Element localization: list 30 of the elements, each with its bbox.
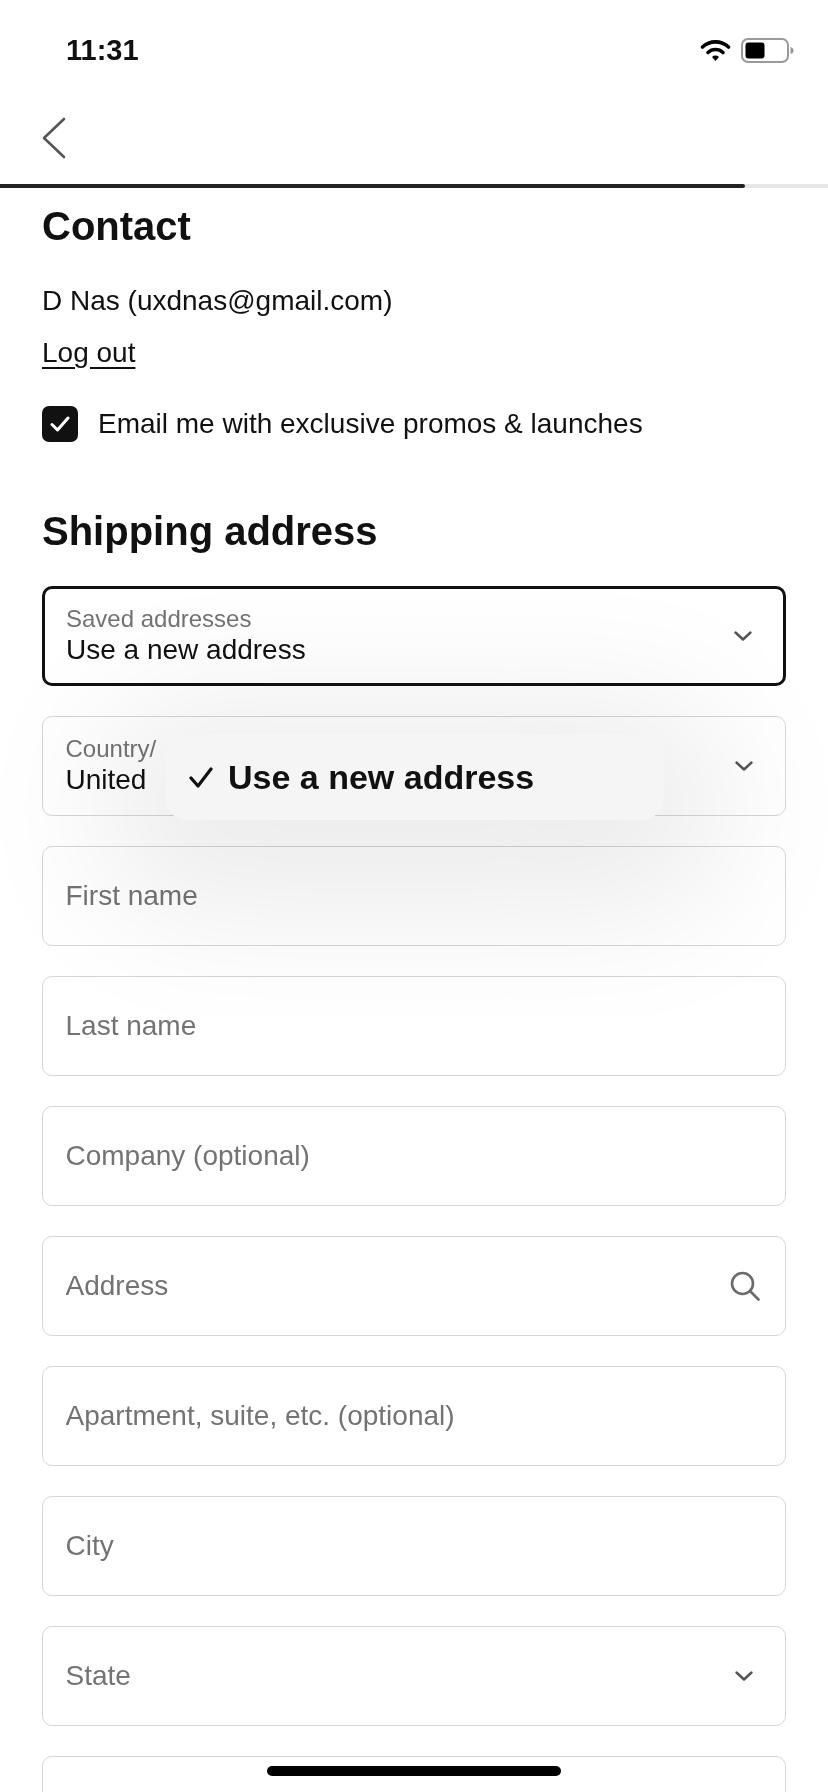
back-button[interactable] <box>42 117 66 159</box>
input-field[interactable]: City <box>42 1496 786 1596</box>
field-label: Saved addresses <box>66 605 252 633</box>
section-heading: Contact <box>42 203 192 249</box>
input-field[interactable]: First name <box>42 846 786 946</box>
chevron-down-icon <box>734 631 752 641</box>
check-icon <box>50 416 70 432</box>
input-field[interactable]: Last name <box>42 976 786 1076</box>
chevron-down-icon <box>734 761 753 771</box>
check-icon <box>189 766 213 788</box>
wifi-icon <box>700 38 731 62</box>
select-field[interactable]: Saved addresses Use a new address <box>42 586 786 686</box>
field-label: Country/ <box>65 735 157 763</box>
menu-option[interactable]: Use a new address <box>189 757 664 797</box>
search-icon <box>730 1271 760 1301</box>
input-field[interactable]: Company (optional) <box>42 1106 786 1206</box>
account-text: D Nas (uxdnas@gmail.com) <box>42 284 394 318</box>
checkbox-label: Email me with exclusive promos & launches <box>98 407 643 441</box>
back-chevron-icon <box>42 117 66 159</box>
select-field[interactable]: State <box>42 1626 786 1726</box>
input-field[interactable]: Apartment, suite, etc. (optional) <box>42 1366 786 1466</box>
logout-link[interactable]: Log out <box>42 335 136 371</box>
chevron-down-icon <box>734 1671 753 1681</box>
status-time: 11:31 <box>66 35 139 65</box>
battery-icon <box>741 37 794 63</box>
checkbox[interactable] <box>42 406 78 442</box>
section-heading: Shipping address <box>42 508 379 554</box>
search-field[interactable]: Address <box>42 1236 786 1336</box>
field-value: Use a new address <box>66 633 306 667</box>
field-value: United <box>65 763 147 797</box>
